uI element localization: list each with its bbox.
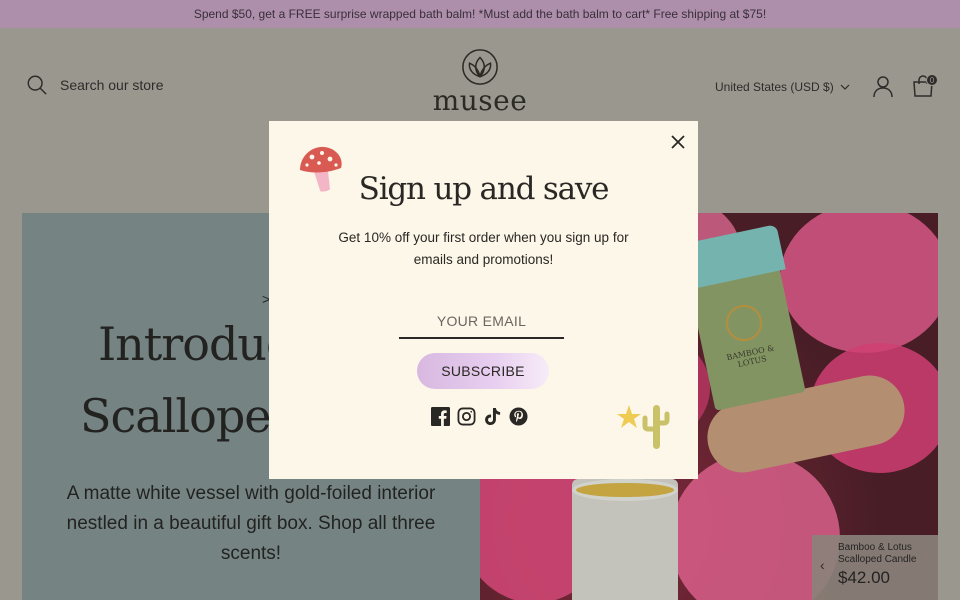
search-bar[interactable] — [26, 74, 220, 96]
search-input[interactable] — [60, 77, 220, 93]
account-icon[interactable] — [873, 76, 893, 98]
candle-jar — [572, 479, 678, 600]
close-icon[interactable] — [669, 133, 687, 151]
modal-description: Get 10% off your first order when you si… — [338, 230, 629, 267]
email-field[interactable] — [399, 305, 564, 339]
currency-selector[interactable]: United States (USD $) — [715, 80, 850, 94]
search-icon[interactable] — [26, 74, 48, 96]
announcement-bar: Spend $50, get a FREE surprise wrapped b… — [0, 0, 960, 28]
pinterest-icon[interactable] — [509, 407, 528, 426]
modal-title: Sign up and save — [358, 171, 610, 207]
subscribe-button[interactable]: SUBSCRIBE — [417, 353, 549, 389]
logo-text: musee — [432, 84, 528, 117]
star-cactus-icon — [617, 405, 670, 449]
announcement-text: Spend $50, get a FREE surprise wrapped b… — [193, 7, 767, 21]
site-logo[interactable]: musee — [430, 48, 530, 117]
product-card[interactable]: ‹ Bamboo & Lotus Scalloped Candle $42.00 — [812, 535, 938, 600]
candle-box-text: BAMBOO & LOTUS — [725, 343, 776, 370]
lotus-logo-icon — [462, 49, 498, 85]
currency-label: United States (USD $) — [715, 80, 834, 94]
instagram-icon[interactable] — [457, 407, 476, 426]
product-price: $42.00 — [838, 568, 890, 587]
product-name[interactable]: Bamboo & Lotus Scalloped Candle — [838, 542, 934, 566]
tiktok-icon[interactable] — [483, 407, 502, 426]
social-links — [431, 407, 528, 426]
facebook-icon[interactable] — [431, 407, 450, 426]
cart-count-badge: 0 — [926, 74, 938, 86]
hero-description: A matte white vessel with gold-foiled in… — [66, 483, 436, 564]
hero-title-line2: Scalloped — [80, 389, 300, 443]
lotus-emblem-icon — [722, 301, 766, 345]
chevron-down-icon — [840, 84, 850, 90]
candle-jar-rim — [572, 479, 678, 501]
chevron-left-icon[interactable]: ‹ — [820, 557, 825, 573]
blossom-decoration — [780, 213, 938, 353]
signup-modal: Sign up and save Get 10% off your first … — [269, 121, 698, 479]
